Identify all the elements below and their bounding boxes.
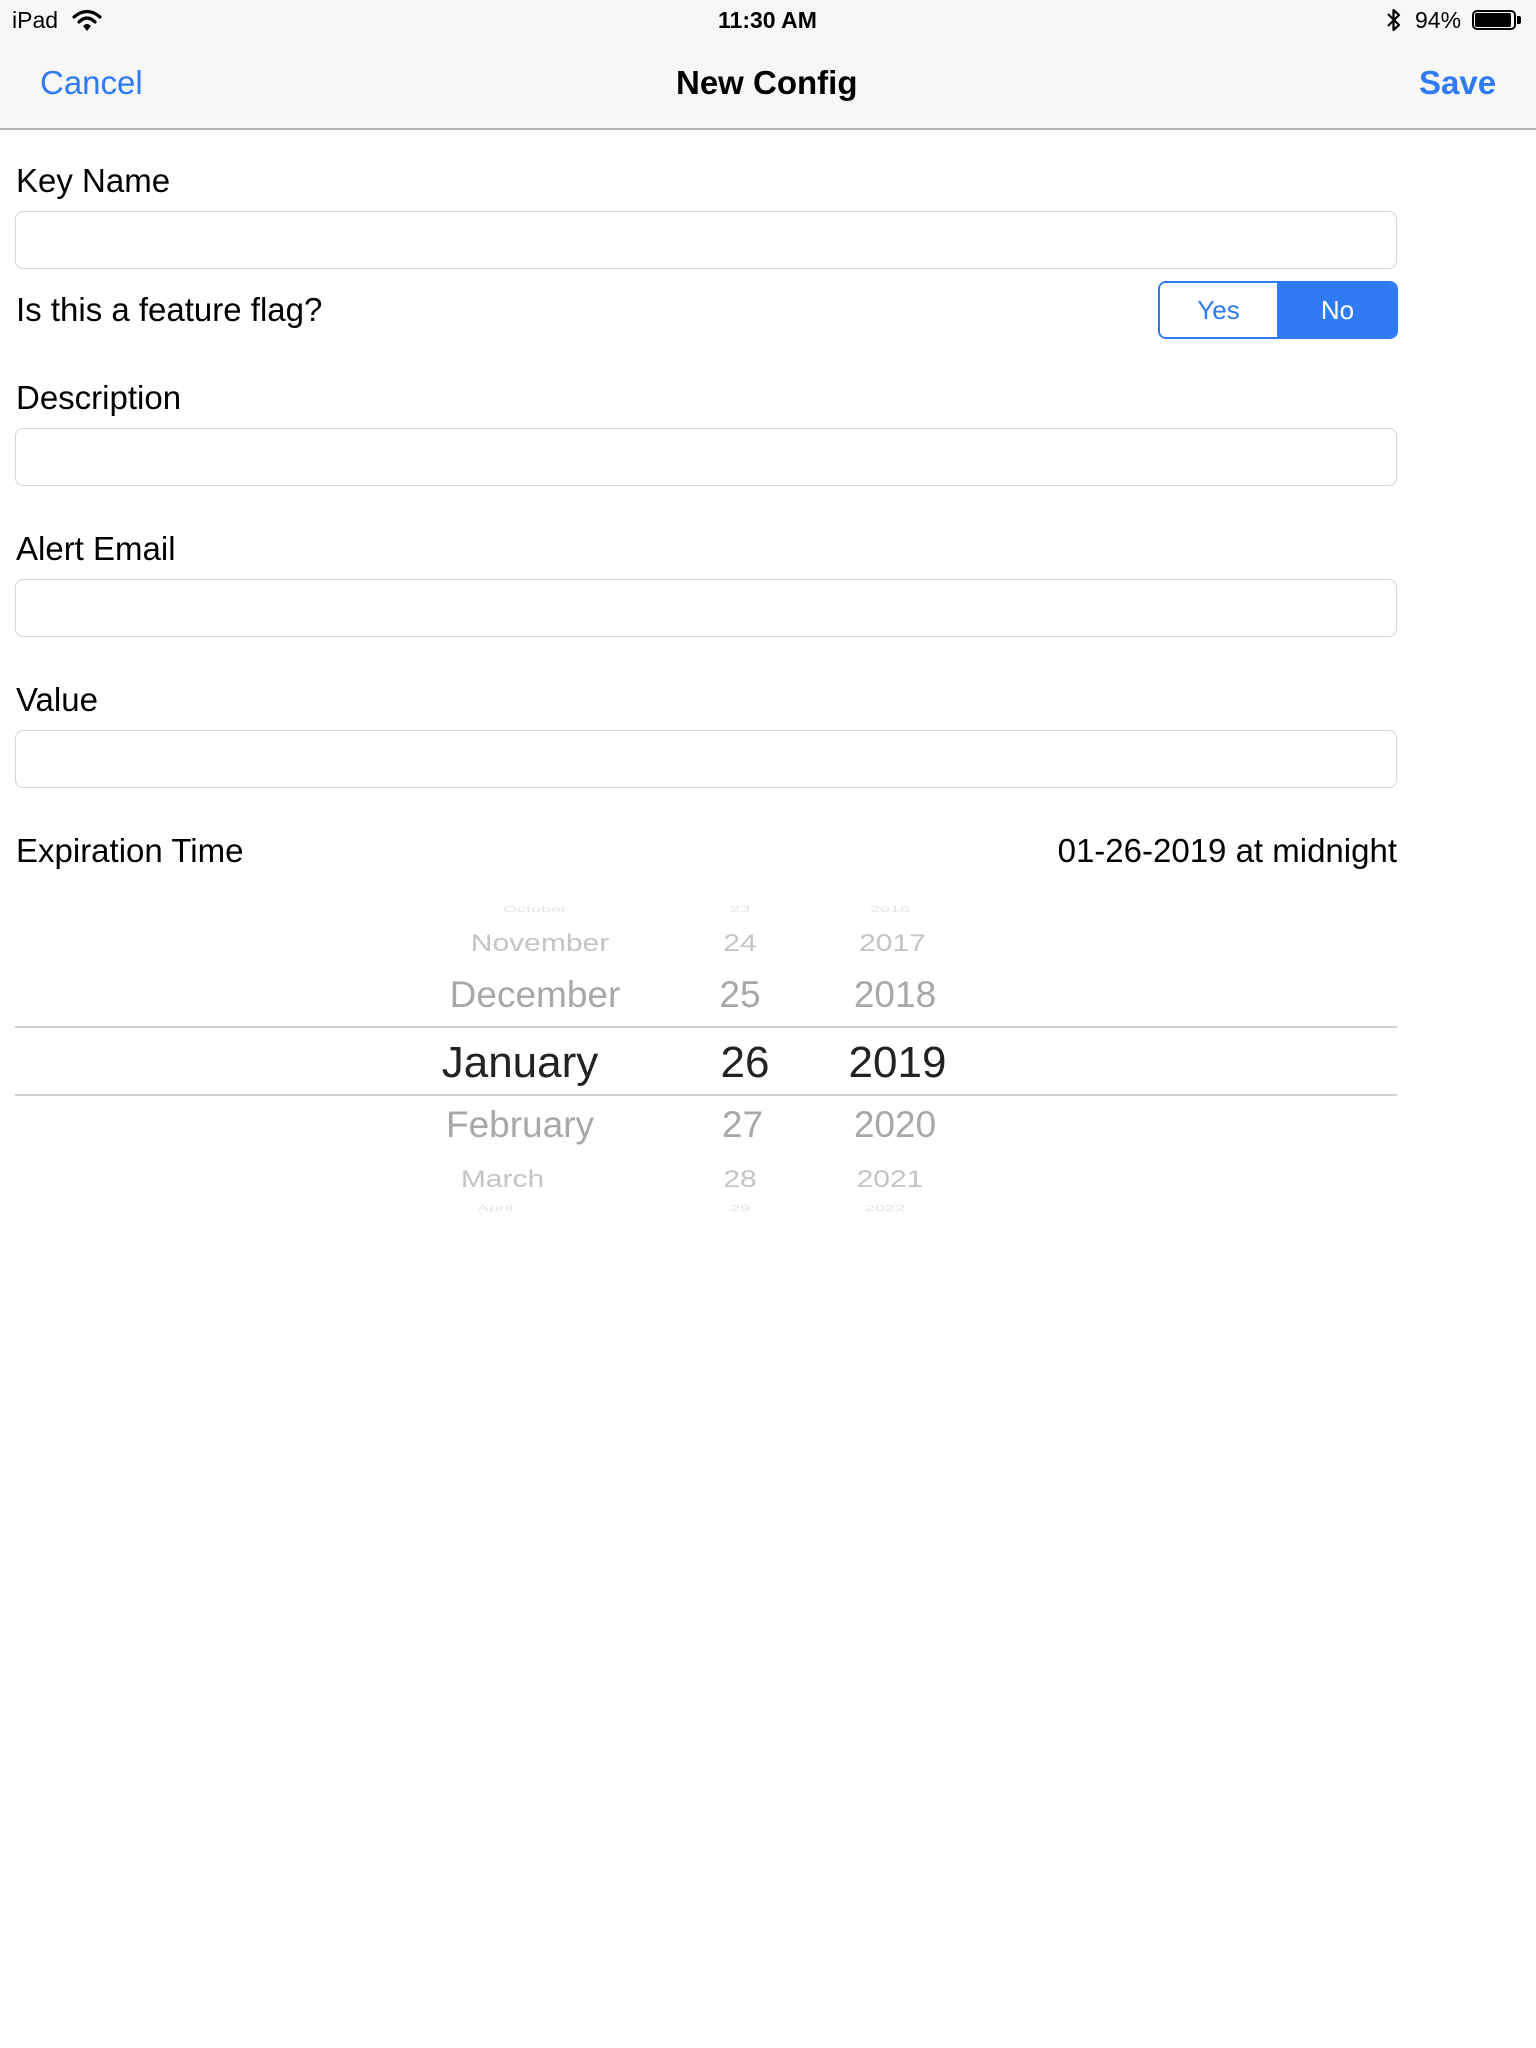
picker-day-item[interactable]: 28 [700, 1166, 780, 1193]
value-label: Value [16, 681, 98, 718]
key-name-label: Key Name [16, 162, 171, 199]
alert-email-input[interactable] [15, 579, 1397, 637]
expiration-time-label: Expiration Time [16, 832, 244, 869]
picker-month-item-selected[interactable]: January [420, 1038, 620, 1088]
picker-selection-line-top [15, 1026, 1397, 1028]
picker-day-item[interactable]: 27 [700, 1104, 785, 1146]
picker-month-item[interactable]: December [420, 974, 650, 1016]
description-input[interactable] [15, 428, 1397, 486]
alert-email-label: Alert Email [16, 530, 176, 567]
picker-day-item[interactable]: 29 [700, 1204, 780, 1213]
picker-month-item[interactable]: October [420, 905, 650, 914]
key-name-input[interactable] [15, 211, 1397, 269]
save-button[interactable]: Save [1419, 64, 1496, 102]
value-input[interactable] [15, 730, 1397, 788]
status-time: 11:30 AM [718, 7, 817, 33]
picker-month-item[interactable]: March [420, 1166, 585, 1193]
page-title: New Config [676, 64, 858, 101]
picker-day-item-selected[interactable]: 26 [700, 1038, 790, 1088]
picker-year-item-selected[interactable]: 2019 [830, 1038, 965, 1088]
feature-flag-label: Is this a feature flag? [16, 291, 323, 328]
wifi-icon [72, 9, 102, 31]
picker-year-item[interactable]: 2022 [830, 1204, 940, 1213]
picker-day-item[interactable]: 23 [700, 905, 780, 914]
picker-selection-line-bottom [15, 1094, 1397, 1096]
picker-day-item[interactable]: 24 [700, 930, 780, 957]
picker-year-item[interactable]: 2017 [830, 930, 955, 957]
picker-year-item[interactable]: 2021 [830, 1166, 950, 1193]
feature-flag-no-segment[interactable]: No [1279, 283, 1396, 337]
battery-icon [1472, 10, 1522, 32]
description-label: Description [16, 379, 182, 416]
battery-percentage: 94% [1415, 7, 1462, 33]
cancel-button[interactable]: Cancel [40, 64, 143, 102]
picker-day-item[interactable]: 25 [700, 974, 780, 1016]
expiration-time-value: 01-26-2019 at midnight [1057, 832, 1397, 869]
device-name: iPad [12, 7, 59, 33]
picker-month-item[interactable]: February [420, 1104, 620, 1146]
picker-year-item[interactable]: 2020 [830, 1104, 960, 1146]
picker-month-item[interactable]: April [420, 1204, 570, 1213]
picker-year-item[interactable]: 2018 [830, 974, 960, 1016]
feature-flag-yes-segment[interactable]: Yes [1160, 283, 1279, 337]
picker-month-item[interactable]: November [420, 930, 660, 957]
feature-flag-segmented-control[interactable]: Yes No [1158, 281, 1398, 339]
picker-year-item[interactable]: 2016 [830, 905, 950, 914]
bluetooth-icon [1387, 8, 1401, 32]
